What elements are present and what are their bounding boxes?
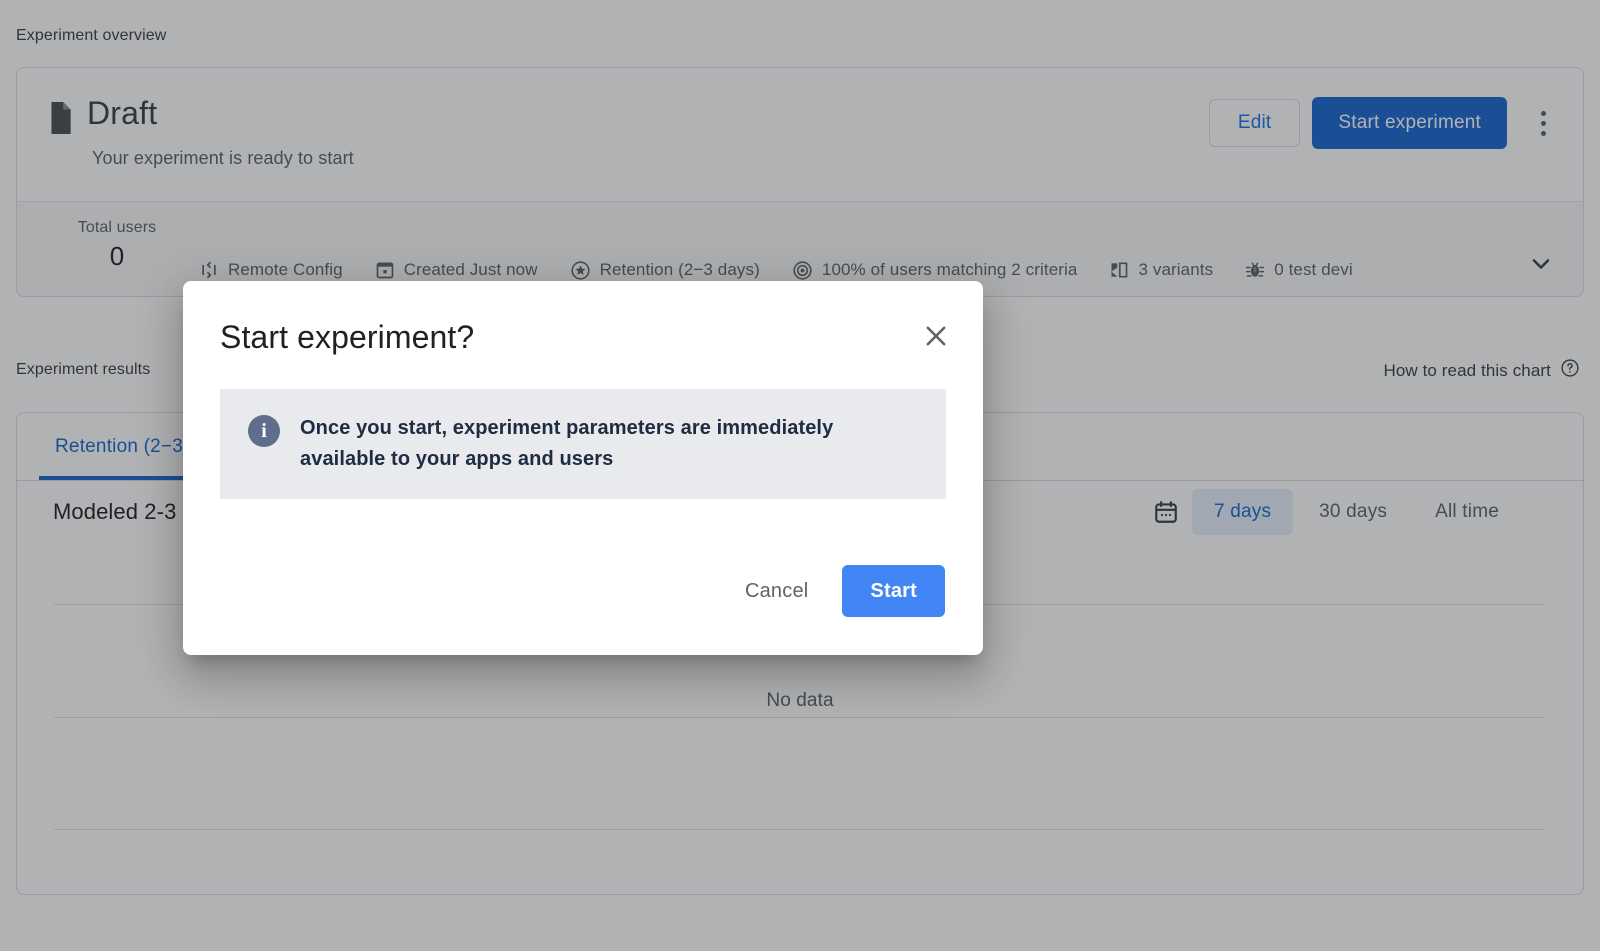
dialog-info-banner: i Once you start, experiment parameters … [220,389,946,499]
dialog-actions: Cancel Start [725,565,945,617]
dialog-banner-text: Once you start, experiment parameters ar… [300,413,860,475]
dialog-title: Start experiment? [220,319,474,356]
close-icon[interactable] [913,313,959,359]
start-button[interactable]: Start [842,565,945,617]
start-experiment-dialog: Start experiment? i Once you start, expe… [183,281,983,655]
cancel-button[interactable]: Cancel [725,567,828,615]
info-icon: i [248,415,280,447]
